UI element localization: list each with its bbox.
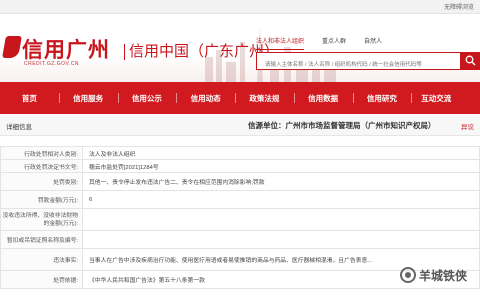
watermark: 羊城铁侠	[400, 260, 480, 290]
row-label: 罚款金额(万元):	[0, 190, 83, 209]
nav-item-policies[interactable]: 政策法规	[235, 82, 294, 114]
logo-brand-text: 信用广州	[22, 37, 110, 62]
objection-link[interactable]: 异议	[461, 121, 474, 131]
source-value: 广州市市场监督管理局（广州市知识产权局）	[285, 121, 436, 130]
detail-title: 详细信息	[6, 124, 32, 131]
search-input[interactable]	[257, 57, 460, 73]
table-row: 没收违法所得、没收非法财物的金额(万元):	[0, 208, 480, 231]
row-label: 处罚类别:	[0, 172, 83, 191]
table-row: 暂扣或吊销证照名称及编号:	[0, 230, 480, 249]
site-header: 信用广州 CREDIT.GZ.GOV.CN 信用中国（广东广州） 法人和非法人组…	[0, 14, 480, 82]
nav-item-credit-service[interactable]: 信用服务	[58, 82, 118, 114]
main-nav: 首页 信用服务 信用公示 信用动态 政策法规 信用数据 信用研究 互动交流	[0, 82, 480, 114]
title-divider	[124, 44, 125, 61]
nav-item-interaction[interactable]: 互动交流	[411, 82, 480, 114]
row-label: 行政处罚相对人类别:	[0, 146, 83, 160]
search-box	[256, 52, 461, 73]
row-value	[82, 230, 480, 249]
nav-item-credit-research[interactable]: 信用研究	[352, 82, 412, 114]
table-row: 罚款金额(万元): 6	[0, 190, 480, 209]
search-tabs: 法人和非法人组织 重点人群 自然人	[256, 36, 382, 50]
search-icon	[465, 55, 476, 66]
nav-item-credit-data[interactable]: 信用数据	[293, 82, 353, 114]
site-logo[interactable]: 信用广州 CREDIT.GZ.GOV.CN	[2, 34, 124, 70]
row-value: 其他一、责令停止发布违法广告二、责令在相应范围内消除影响;罚款	[82, 172, 480, 191]
row-label: 处罚依据:	[0, 270, 83, 289]
row-value	[82, 208, 480, 231]
search-button[interactable]	[461, 52, 480, 70]
row-label: 没收违法所得、没收非法财物的金额(万元):	[0, 208, 83, 231]
accessibility-link[interactable]: 无障碍浏览	[444, 2, 474, 11]
search-tab-key-groups[interactable]: 重点人群	[322, 36, 346, 48]
top-utility-bar: 无障碍浏览	[0, 0, 480, 14]
watermark-logo-icon	[400, 267, 416, 283]
search-tab-organization[interactable]: 法人和非法人组织	[256, 36, 305, 50]
row-label: 行政处罚决定书文号:	[0, 159, 83, 173]
search-tab-natural-person[interactable]: 自然人	[364, 36, 382, 48]
source-unit: 信源单位：广州市市场监督管理局（广州市知识产权局）	[248, 120, 436, 131]
watermark-text: 羊城铁侠	[419, 268, 468, 283]
detail-header: 详细信息 信源单位：广州市市场监督管理局（广州市知识产权局） 异议	[0, 114, 480, 136]
table-row: 行政处罚相对人类别: 法人及非法人组织	[0, 146, 480, 160]
table-row: 处罚类别: 其他一、责令停止发布违法广告二、责令在相应范围内消除影响;罚款	[0, 172, 480, 191]
nav-item-credit-news[interactable]: 信用动态	[176, 82, 235, 114]
logo-mark-icon	[2, 36, 22, 58]
row-label: 违法事实:	[0, 248, 83, 271]
row-value: 6	[82, 190, 480, 209]
row-value: 法人及非法人组织	[82, 146, 480, 160]
nav-item-credit-publicity[interactable]: 信用公示	[117, 82, 177, 114]
row-label: 暂扣或吊销证照名称及编号:	[0, 230, 83, 249]
source-label: 信源单位：	[248, 121, 286, 130]
table-row: 行政处罚决定书文号: 穗云市监处罚[2021]1284号	[0, 159, 480, 173]
logo-domain-text: CREDIT.GZ.GOV.CN	[24, 61, 80, 67]
row-value: 穗云市监处罚[2021]1284号	[82, 159, 480, 173]
nav-item-home[interactable]: 首页	[0, 82, 59, 114]
